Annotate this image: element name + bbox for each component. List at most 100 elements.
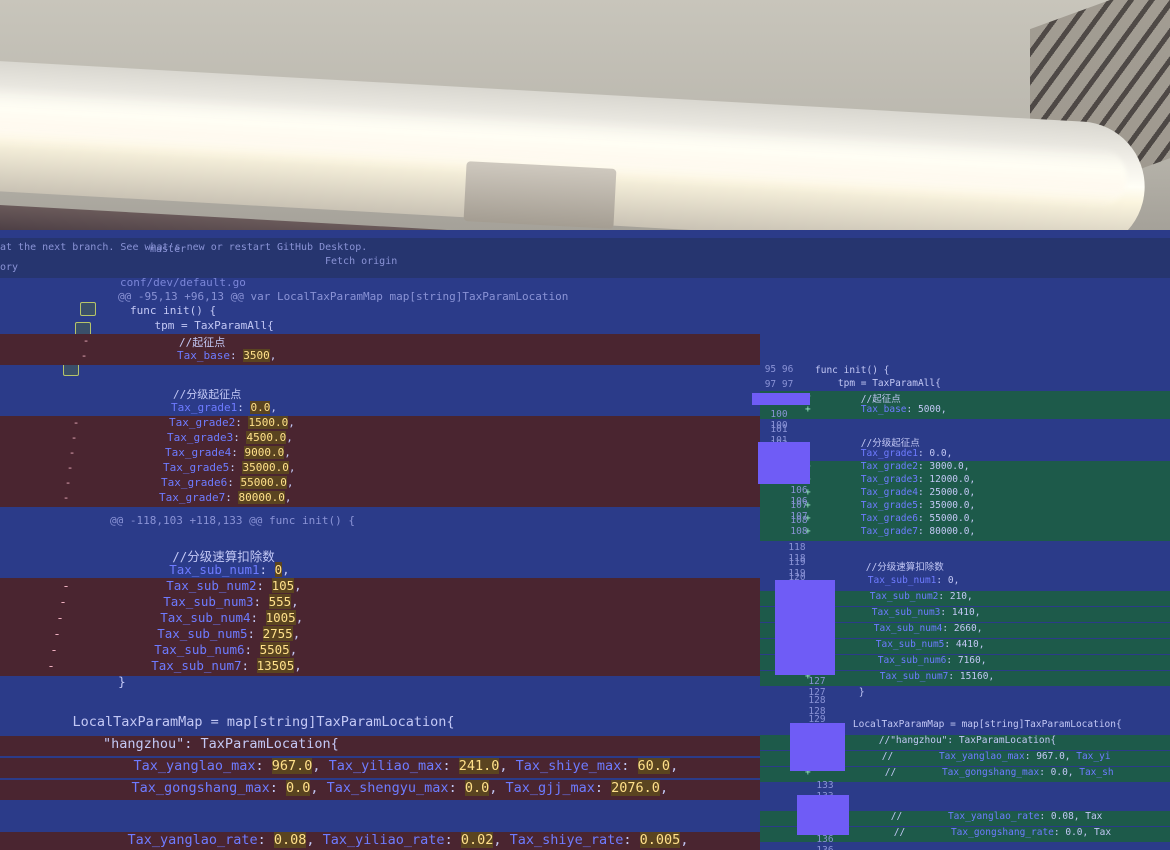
- code-text: Tax_sub_num5: 4410,: [875, 639, 985, 650]
- code-text: Tax_grade5: 35000.0,: [162, 461, 296, 474]
- code-text: Tax_sub_num7: 15160,: [879, 671, 995, 682]
- code-text: //起征点: [815, 394, 901, 405]
- field-name: Tax_grade3: [166, 431, 234, 444]
- left-diff-pane: @@ -95,13 +96,13 @@ var LocalTaxParamMap…: [0, 290, 760, 850]
- code-text: Tax_sub_num1: 0,: [867, 575, 960, 586]
- field-name: Tax_yiliao_max: [328, 758, 443, 774]
- field-name: Tax_sub_num3: [163, 594, 254, 609]
- diff-line-context[interactable]: [0, 810, 760, 830]
- diff-line-context[interactable]: //分级起征点: [0, 386, 760, 402]
- field-name: Tax_sub_num1: [867, 575, 937, 586]
- diff-sign: -: [70, 431, 78, 444]
- number-literal: 0.005: [639, 832, 681, 848]
- diff-sign: -: [0, 758, 16, 774]
- field-name: Tax_sub_num7: [151, 658, 242, 673]
- number-literal: 2755: [262, 626, 293, 641]
- diff-line-context[interactable]: func init() {: [0, 304, 760, 320]
- diff-line-deleted[interactable]: - Tax_grade7: 80000.0,: [0, 491, 760, 507]
- diff-sign: -: [80, 349, 88, 362]
- field-name: Tax_shiye_max: [515, 758, 622, 774]
- hunk-header-text: @@ -95,13 +96,13 @@ var LocalTaxParamMap…: [118, 290, 569, 303]
- change-marker: [752, 393, 810, 405]
- field-name: Tax_base: [176, 349, 230, 362]
- line-number: 136 136: [816, 834, 834, 850]
- field-name: Tax_grade1: [860, 448, 918, 459]
- diff-line-deleted[interactable]: - Tax_grade5: 35000.0,: [0, 461, 760, 477]
- diff-sign: -: [62, 578, 70, 593]
- field-name: Tax_grade6: [160, 476, 228, 489]
- code-text: Tax_sub_num4: 1005,: [160, 610, 304, 625]
- diff-line-context[interactable]: LocalTaxParamMap = map[string]TaxParamLo…: [0, 714, 760, 734]
- code-text: Tax_grade6: 55000.0,: [160, 476, 294, 489]
- number-literal: 0.02: [460, 832, 494, 848]
- code-text: tpm = TaxParamAll{: [815, 378, 941, 389]
- code-text: func init() {: [815, 365, 890, 376]
- diff-line-deleted[interactable]: - Tax_yanglao_max: 967.0, Tax_yiliao_max…: [0, 758, 760, 778]
- diff-line-deleted[interactable]: - "hangzhou": TaxParamLocation{: [0, 736, 760, 756]
- field-name: Tax_base: [860, 404, 907, 415]
- field-name: Tax_gongshang_rate: [950, 827, 1054, 838]
- diff-line-context[interactable]: [0, 364, 760, 380]
- field-name: Tax_grade4: [164, 446, 232, 459]
- code-text: Tax_sub_num2: 210,: [869, 591, 973, 602]
- history-tab[interactable]: ory: [0, 262, 18, 273]
- field-name: Tax_gongshang_max: [941, 767, 1040, 778]
- diff-line-deleted[interactable]: - Tax_base: 3500,: [0, 349, 760, 365]
- diff-line-deleted[interactable]: - Tax_gongshang_max: 0.0, Tax_shengyu_ma…: [0, 780, 760, 800]
- diff-line-context[interactable]: tpm = TaxParamAll{: [0, 319, 760, 335]
- field-name: Tax_sh: [1079, 767, 1114, 778]
- branch-label[interactable]: master: [150, 244, 186, 255]
- diff-line-deleted[interactable]: - //起征点: [0, 334, 760, 350]
- field-name: Tax_sub_num2: [166, 578, 257, 593]
- diff-sign: -: [64, 476, 72, 489]
- field-name: Tax_grade5: [162, 461, 230, 474]
- diff-sign: -: [0, 832, 10, 848]
- number-literal: 0.0: [250, 401, 271, 414]
- code-text: Tax_grade1: 0.0,: [170, 401, 277, 414]
- code-text: Tax_base: 3500,: [176, 349, 277, 362]
- diff-sign: -: [66, 461, 74, 474]
- code-text: Tax_grade2: 3000.0,: [860, 461, 970, 472]
- diff-line-deleted[interactable]: - Tax_grade6: 55000.0,: [0, 476, 760, 492]
- code-text: // Tax_yanglao_max: 967.0, Tax_yi: [836, 751, 1111, 762]
- code-text: Tax_sub_num3: 1410,: [871, 607, 981, 618]
- number-literal: 241.0: [458, 758, 500, 774]
- file-path: conf/dev/default.go: [120, 276, 246, 289]
- diff-line-context[interactable]: Tax_grade1: 0.0,: [0, 401, 760, 417]
- code-text: Tax_grade2: 1500.0,: [168, 416, 295, 429]
- field-name: Tax_gjj_max: [505, 780, 595, 796]
- diff-line-context[interactable]: [760, 417, 1170, 432]
- number-literal: 0.0: [464, 780, 490, 796]
- code-text: }: [88, 674, 126, 689]
- diff-line-deleted[interactable]: - Tax_grade3: 4500.0,: [0, 431, 760, 447]
- diff-line-deleted[interactable]: - Tax_yanglao_rate: 0.08, Tax_yiliao_rat…: [0, 832, 760, 850]
- field-name: Tax_grade2: [168, 416, 236, 429]
- code-text: Tax_sub_num6: 7160,: [877, 655, 987, 666]
- code-text: Tax_grade5: 35000.0,: [860, 500, 976, 511]
- diff-line-context[interactable]: //分级速算扣除数: [760, 559, 1170, 574]
- line-number: 95 96: [764, 364, 794, 375]
- code-text: // Tax_gongshang_rate: 0.0, Tax: [848, 827, 1112, 838]
- code-text: Tax_grade3: 12000.0,: [860, 474, 976, 485]
- field-name: Tax_grade5: [860, 500, 918, 511]
- fetch-origin-button[interactable]: Fetch origin: [325, 256, 397, 267]
- diff-sign: -: [47, 658, 55, 673]
- code-text: Tax_grade6: 55000.0,: [860, 513, 976, 524]
- diff-line-added[interactable]: + Tax_grade7: 80000.0,: [760, 526, 1170, 541]
- code-text: //起征点: [126, 336, 226, 349]
- code-text: //"hangzhou": TaxParamLocation{: [833, 735, 1057, 746]
- diff-sign: -: [53, 626, 61, 641]
- field-name: Tax_grade3: [860, 474, 918, 485]
- code-text: "hangzhou": TaxParamLocation{: [38, 736, 339, 752]
- diff-sign: -: [56, 610, 64, 625]
- diff-line-deleted[interactable]: - Tax_grade2: 1500.0,: [0, 416, 760, 432]
- number-literal: 4500.0: [246, 431, 287, 444]
- code-text: //分级速算扣除数: [820, 562, 944, 573]
- code-text: Tax_sub_num4: 2660,: [873, 623, 983, 634]
- code-text: Tax_sub_num1: 0,: [169, 562, 290, 577]
- number-literal: 55000.0: [240, 476, 287, 489]
- number-literal: 13505: [256, 658, 295, 673]
- diff-line-deleted[interactable]: - Tax_grade4: 9000.0,: [0, 446, 760, 462]
- line-number: 97 97: [764, 379, 794, 390]
- diff-line-context[interactable]: }: [0, 674, 760, 692]
